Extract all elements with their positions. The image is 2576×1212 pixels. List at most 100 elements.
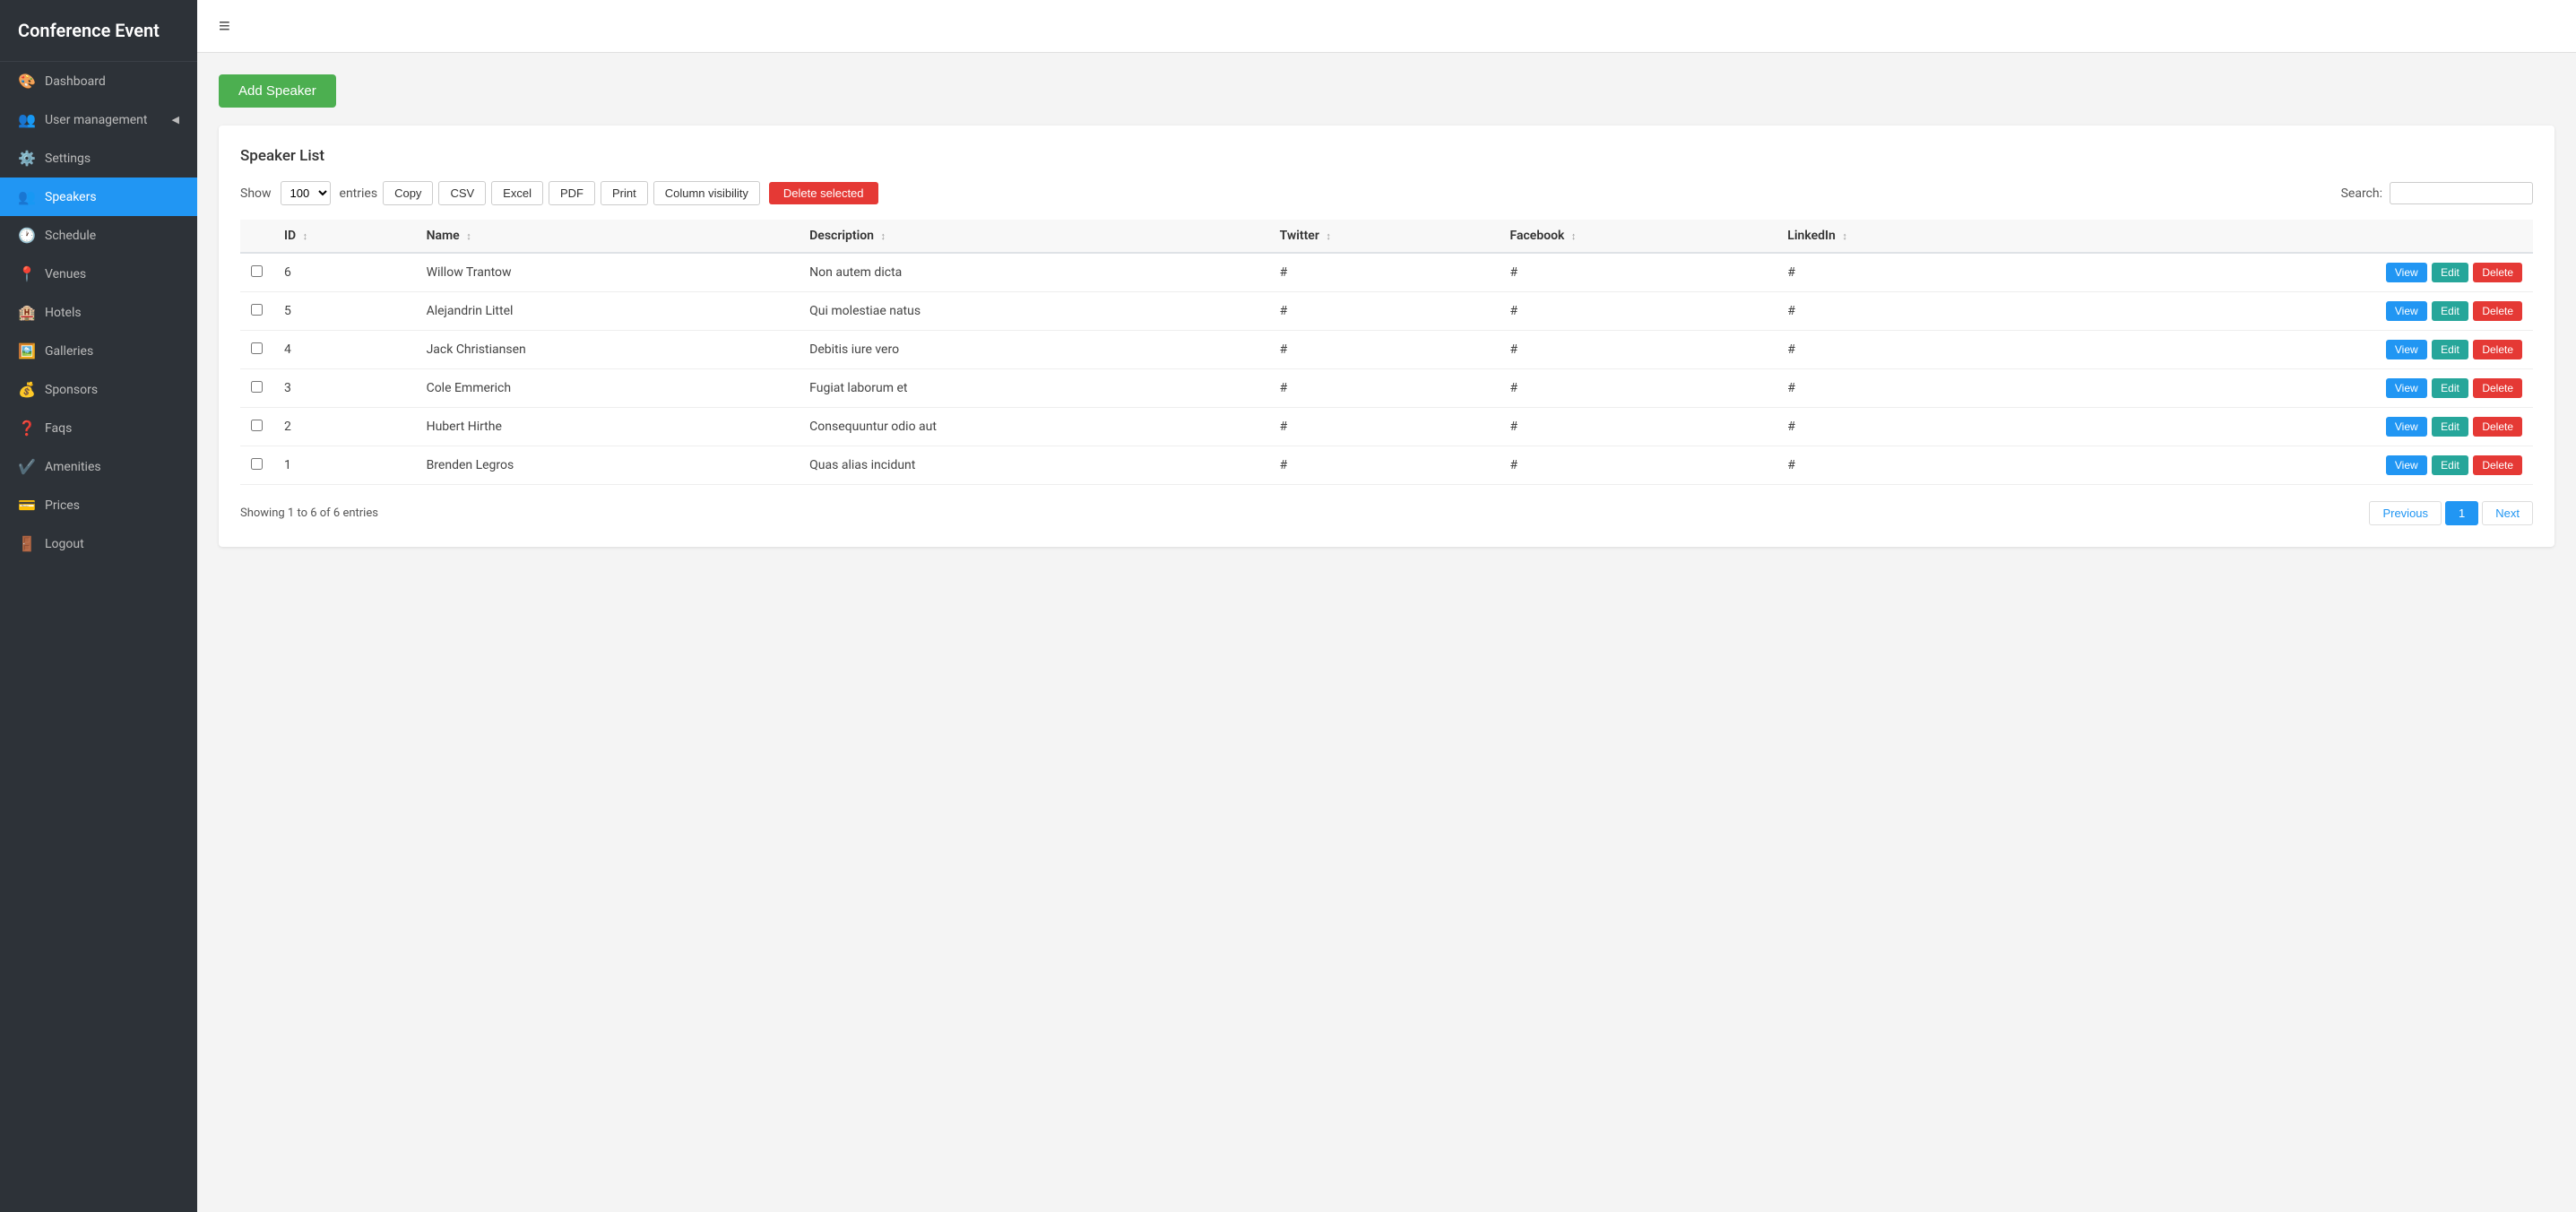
show-label: Show (240, 186, 272, 201)
delete-button-3[interactable]: Delete (2473, 378, 2522, 398)
row-linkedin-6: # (1776, 253, 2033, 292)
edit-button-1[interactable]: Edit (2432, 455, 2468, 475)
row-checkbox-cell (240, 331, 273, 369)
add-speaker-button[interactable]: Add Speaker (219, 74, 336, 108)
edit-button-5[interactable]: Edit (2432, 301, 2468, 321)
sidebar-label-amenities: Amenities (45, 460, 101, 474)
column-visibility-button[interactable]: Column visibility (653, 181, 760, 205)
sidebar-label-venues: Venues (45, 267, 86, 281)
search-label: Search: (2341, 186, 2382, 201)
csv-button[interactable]: CSV (438, 181, 486, 205)
view-button-2[interactable]: View (2386, 417, 2427, 437)
table-header-row: ID ↕ Name ↕ Description ↕ Twitter ↕ Face… (240, 220, 2533, 253)
sidebar-item-user-management[interactable]: 👥 User management ◀ (0, 100, 197, 139)
row-checkbox-5[interactable] (251, 304, 263, 316)
row-checkbox-4[interactable] (251, 342, 263, 354)
edit-button-4[interactable]: Edit (2432, 340, 2468, 359)
row-desc-5: Qui molestiae natus (799, 292, 1268, 331)
edit-button-2[interactable]: Edit (2432, 417, 2468, 437)
app-title: Conference Event (0, 0, 197, 62)
delete-selected-button[interactable]: Delete selected (769, 182, 878, 204)
sort-id-icon: ↕ (303, 230, 308, 242)
th-facebook[interactable]: Facebook ↕ (1500, 220, 1777, 253)
th-id[interactable]: ID ↕ (273, 220, 416, 253)
sidebar-label-speakers: Speakers (45, 190, 97, 204)
copy-button[interactable]: Copy (383, 181, 433, 205)
sidebar-item-faqs[interactable]: ❓ Faqs (0, 409, 197, 447)
view-button-6[interactable]: View (2386, 263, 2427, 282)
view-button-5[interactable]: View (2386, 301, 2427, 321)
pagination-row: Showing 1 to 6 of 6 entries Previous 1 N… (240, 501, 2533, 525)
row-name-3: Cole Emmerich (416, 369, 800, 408)
sidebar-item-settings[interactable]: ⚙️ Settings (0, 139, 197, 177)
next-button[interactable]: Next (2482, 501, 2533, 525)
th-name[interactable]: Name ↕ (416, 220, 800, 253)
delete-button-5[interactable]: Delete (2473, 301, 2522, 321)
row-desc-4: Debitis iure vero (799, 331, 1268, 369)
sidebar-item-logout[interactable]: 🚪 Logout (0, 524, 197, 563)
row-id-3: 3 (273, 369, 416, 408)
row-desc-2: Consequuntur odio aut (799, 408, 1268, 446)
sidebar-item-amenities[interactable]: ✔️ Amenities (0, 447, 197, 486)
delete-button-2[interactable]: Delete (2473, 417, 2522, 437)
previous-button[interactable]: Previous (2369, 501, 2442, 525)
amenities-icon: ✔️ (18, 458, 36, 475)
delete-button-4[interactable]: Delete (2473, 340, 2522, 359)
sidebar-item-schedule[interactable]: 🕐 Schedule (0, 216, 197, 255)
dashboard-icon: 🎨 (18, 73, 36, 90)
row-checkbox-1[interactable] (251, 458, 263, 470)
view-button-3[interactable]: View (2386, 378, 2427, 398)
row-checkbox-cell (240, 446, 273, 485)
view-button-4[interactable]: View (2386, 340, 2427, 359)
sidebar-label-settings: Settings (45, 152, 91, 166)
sidebar-item-hotels[interactable]: 🏨 Hotels (0, 293, 197, 332)
sidebar-item-speakers[interactable]: 👥 Speakers (0, 177, 197, 216)
speakers-table: ID ↕ Name ↕ Description ↕ Twitter ↕ Face… (240, 220, 2533, 485)
sidebar-item-dashboard[interactable]: 🎨 Dashboard (0, 62, 197, 100)
galleries-icon: 🖼️ (18, 342, 36, 359)
hotels-icon: 🏨 (18, 304, 36, 321)
row-checkbox-3[interactable] (251, 381, 263, 393)
row-actions-4: View Edit Delete (2034, 331, 2533, 369)
card-title: Speaker List (240, 147, 2533, 165)
th-twitter[interactable]: Twitter ↕ (1269, 220, 1500, 253)
sidebar-item-galleries[interactable]: 🖼️ Galleries (0, 332, 197, 370)
excel-button[interactable]: Excel (491, 181, 543, 205)
main-content: ≡ Add Speaker Speaker List Show 100 25 5… (197, 0, 2576, 1212)
edit-button-3[interactable]: Edit (2432, 378, 2468, 398)
row-linkedin-5: # (1776, 292, 2033, 331)
row-twitter-6: # (1269, 253, 1500, 292)
edit-button-6[interactable]: Edit (2432, 263, 2468, 282)
view-button-1[interactable]: View (2386, 455, 2427, 475)
row-facebook-4: # (1500, 331, 1777, 369)
sort-name-icon: ↕ (466, 230, 471, 242)
delete-button-1[interactable]: Delete (2473, 455, 2522, 475)
row-checkbox-6[interactable] (251, 265, 263, 277)
delete-button-6[interactable]: Delete (2473, 263, 2522, 282)
prices-icon: 💳 (18, 497, 36, 514)
row-desc-1: Quas alias incidunt (799, 446, 1268, 485)
row-checkbox-2[interactable] (251, 420, 263, 431)
page-1-button[interactable]: 1 (2445, 501, 2478, 525)
user-management-icon: 👥 (18, 111, 36, 128)
search-input[interactable] (2390, 182, 2533, 204)
sidebar-item-sponsors[interactable]: 💰 Sponsors (0, 370, 197, 409)
sidebar-label-galleries: Galleries (45, 344, 93, 359)
row-checkbox-cell (240, 408, 273, 446)
entries-select[interactable]: 100 25 50 (281, 181, 331, 205)
th-description[interactable]: Description ↕ (799, 220, 1268, 253)
table-row: 3 Cole Emmerich Fugiat laborum et # # # … (240, 369, 2533, 408)
row-facebook-5: # (1500, 292, 1777, 331)
sort-facebook-icon: ↕ (1571, 230, 1577, 242)
th-linkedin[interactable]: LinkedIn ↕ (1776, 220, 2033, 253)
table-row: 4 Jack Christiansen Debitis iure vero # … (240, 331, 2533, 369)
hamburger-icon[interactable]: ≡ (219, 14, 230, 38)
print-button[interactable]: Print (601, 181, 648, 205)
row-name-5: Alejandrin Littel (416, 292, 800, 331)
row-id-6: 6 (273, 253, 416, 292)
sidebar-item-venues[interactable]: 📍 Venues (0, 255, 197, 293)
row-linkedin-3: # (1776, 369, 2033, 408)
pdf-button[interactable]: PDF (549, 181, 595, 205)
sidebar-item-prices[interactable]: 💳 Prices (0, 486, 197, 524)
row-twitter-2: # (1269, 408, 1500, 446)
